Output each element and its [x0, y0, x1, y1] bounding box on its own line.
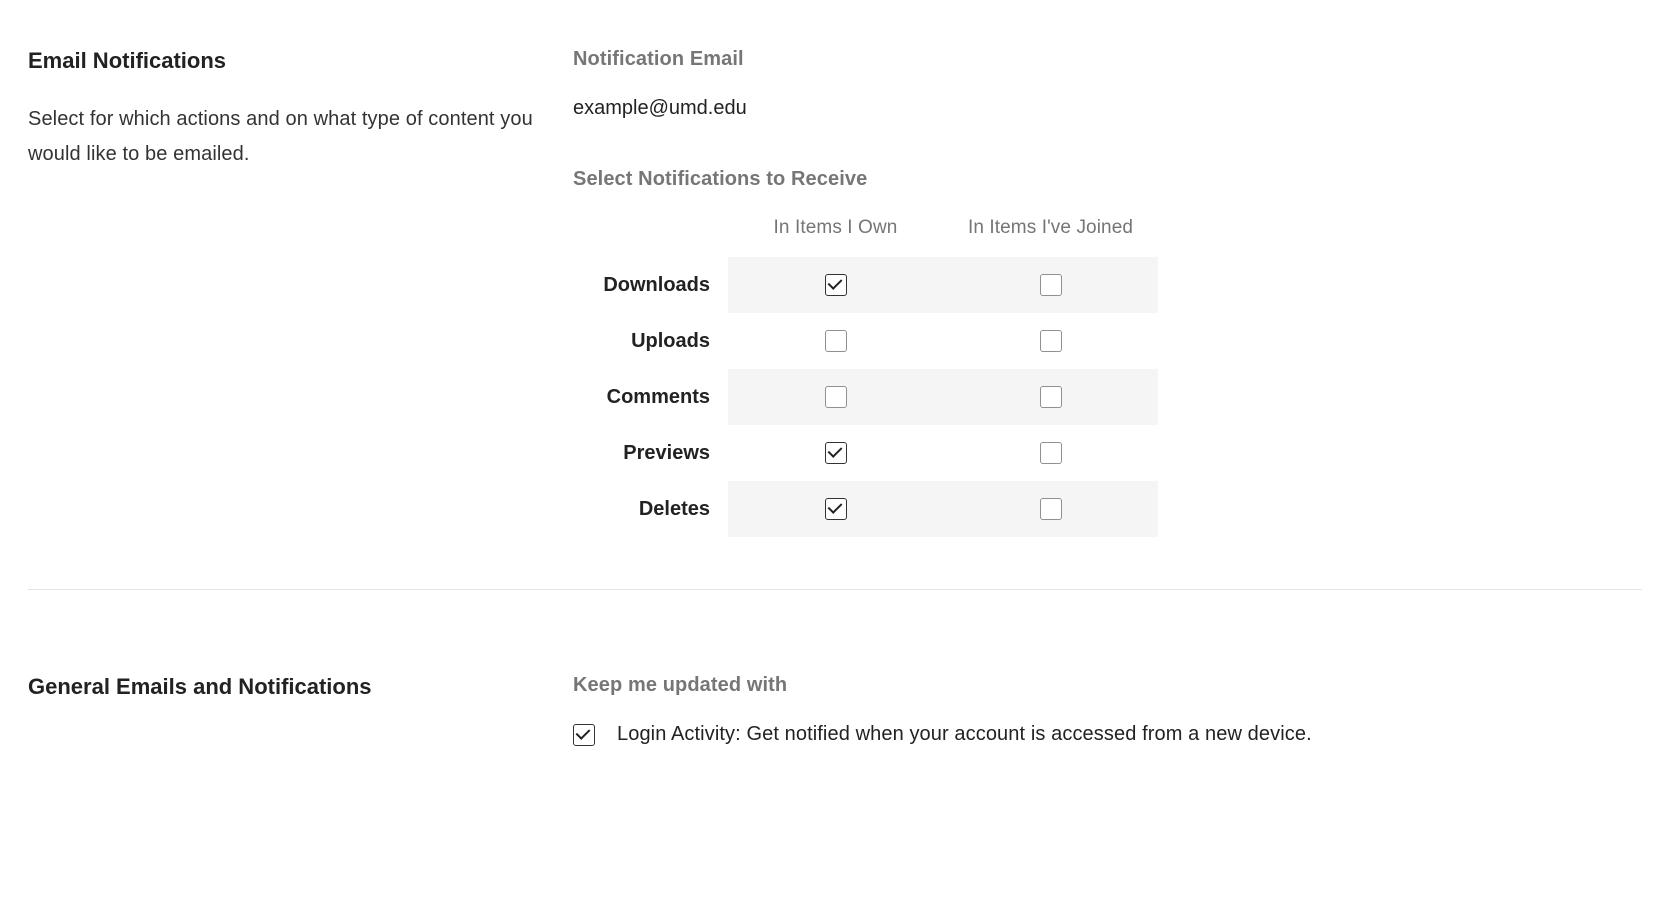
notif-checkbox-cell — [728, 257, 943, 313]
select-notifications-label: Select Notifications to Receive — [573, 168, 1642, 191]
login-activity-checkbox[interactable] — [573, 724, 595, 746]
notification-email-label: Notification Email — [573, 48, 1642, 71]
table-row: Downloads — [573, 257, 1158, 313]
email-notifications-description: Select for which actions and on what typ… — [28, 102, 533, 172]
col-header-joined: In Items I've Joined — [943, 217, 1158, 257]
login-activity-label: Login Activity: Get notified when your a… — [617, 723, 1312, 746]
table-row: Previews — [573, 425, 1158, 481]
notif-checkbox-comments-own[interactable] — [825, 386, 847, 408]
table-row: Deletes — [573, 481, 1158, 537]
notif-checkbox-cell — [728, 425, 943, 481]
notifications-table: In Items I Own In Items I've Joined Down… — [573, 217, 1158, 537]
notif-checkbox-previews-joined[interactable] — [1040, 442, 1062, 464]
notif-checkbox-cell — [943, 481, 1158, 537]
notif-row-label: Comments — [573, 369, 728, 425]
general-emails-section: General Emails and Notifications Keep me… — [28, 674, 1642, 746]
general-emails-title: General Emails and Notifications — [28, 674, 533, 700]
notif-checkbox-cell — [728, 313, 943, 369]
notif-checkbox-cell — [943, 257, 1158, 313]
notif-checkbox-uploads-own[interactable] — [825, 330, 847, 352]
notif-checkbox-cell — [943, 369, 1158, 425]
notif-checkbox-deletes-joined[interactable] — [1040, 498, 1062, 520]
table-row: Comments — [573, 369, 1158, 425]
notif-checkbox-deletes-own[interactable] — [825, 498, 847, 520]
notif-checkbox-cell — [728, 481, 943, 537]
email-notifications-section: Email Notifications Select for which act… — [28, 48, 1642, 537]
notif-row-label: Uploads — [573, 313, 728, 369]
notif-checkbox-cell — [943, 313, 1158, 369]
notif-checkbox-cell — [728, 369, 943, 425]
keep-updated-label: Keep me updated with — [573, 674, 1642, 697]
notif-checkbox-downloads-joined[interactable] — [1040, 274, 1062, 296]
notif-row-label: Deletes — [573, 481, 728, 537]
email-notifications-title: Email Notifications — [28, 48, 533, 74]
notif-checkbox-comments-joined[interactable] — [1040, 386, 1062, 408]
notification-email-value: example@umd.edu — [573, 97, 1642, 120]
notif-checkbox-uploads-joined[interactable] — [1040, 330, 1062, 352]
notif-checkbox-cell — [943, 425, 1158, 481]
col-header-own: In Items I Own — [728, 217, 943, 257]
table-row: Uploads — [573, 313, 1158, 369]
notif-row-label: Previews — [573, 425, 728, 481]
notif-checkbox-downloads-own[interactable] — [825, 274, 847, 296]
notif-checkbox-previews-own[interactable] — [825, 442, 847, 464]
login-activity-row[interactable]: Login Activity: Get notified when your a… — [573, 723, 1642, 746]
notif-row-label: Downloads — [573, 257, 728, 313]
